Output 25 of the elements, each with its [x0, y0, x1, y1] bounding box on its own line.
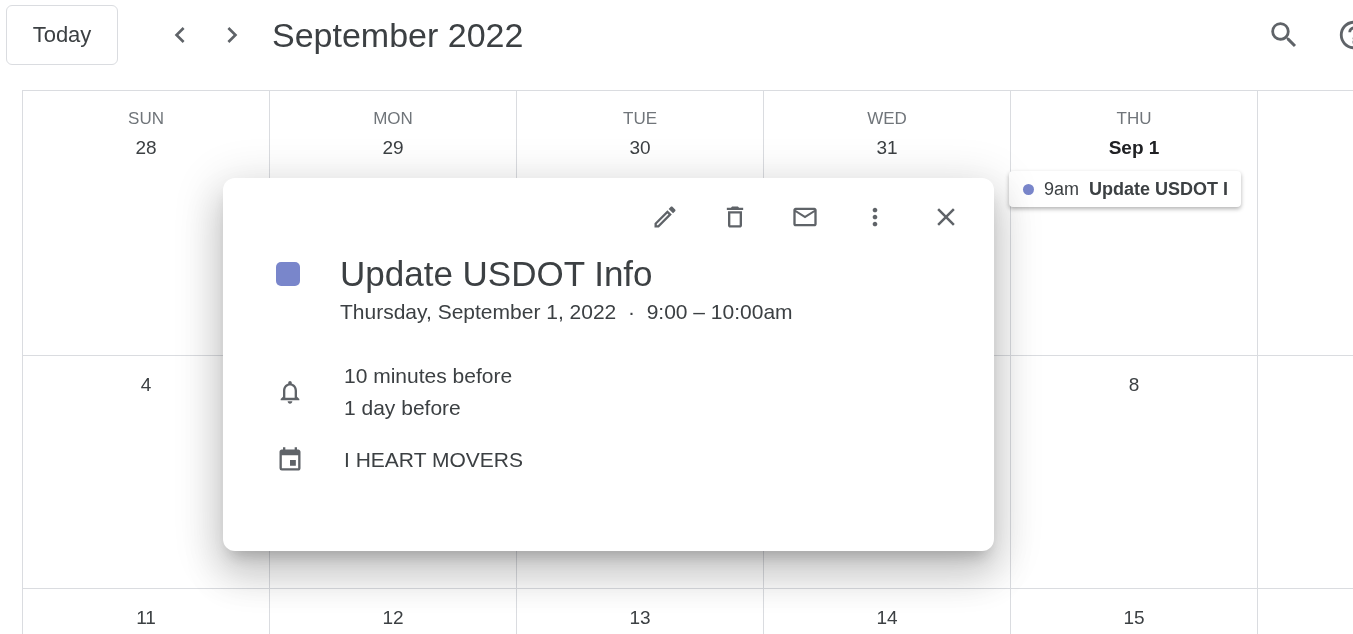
- date-label[interactable]: 31: [876, 137, 898, 159]
- weekday-label: THU: [1116, 109, 1152, 129]
- date-label[interactable]: 28: [135, 137, 157, 159]
- event-datetime: Thursday, September 1, 2022 · 9:00 – 10:00am: [340, 300, 794, 324]
- today-button[interactable]: Today: [6, 5, 118, 65]
- month-title: September 2022: [272, 15, 524, 55]
- calendar-name: I HEART MOVERS: [344, 448, 523, 472]
- reminder-text: 10 minutes before: [344, 364, 513, 388]
- date-label[interactable]: 4: [140, 374, 152, 396]
- weekday-label: SUN: [128, 109, 164, 129]
- date-label[interactable]: 12: [382, 607, 404, 629]
- date-label[interactable]: 30: [629, 137, 651, 159]
- weekday-label: WED: [867, 109, 907, 129]
- date-label[interactable]: 8: [1128, 374, 1140, 396]
- date-label[interactable]: 11: [136, 607, 156, 629]
- date-label[interactable]: 15: [1123, 607, 1145, 629]
- date-label[interactable]: Sep 1: [1108, 137, 1160, 159]
- event-title: Update USDOT Info: [340, 254, 653, 294]
- weekday-label: MON: [373, 109, 413, 129]
- reminder-text: 1 day before: [344, 396, 462, 420]
- date-label[interactable]: 14: [876, 607, 898, 629]
- date-label[interactable]: 29: [382, 137, 404, 159]
- event-chip[interactable]: 9am Update USDOT I: [1009, 171, 1241, 207]
- date-label[interactable]: 13: [629, 607, 651, 629]
- weekday-label: TUE: [623, 109, 657, 129]
